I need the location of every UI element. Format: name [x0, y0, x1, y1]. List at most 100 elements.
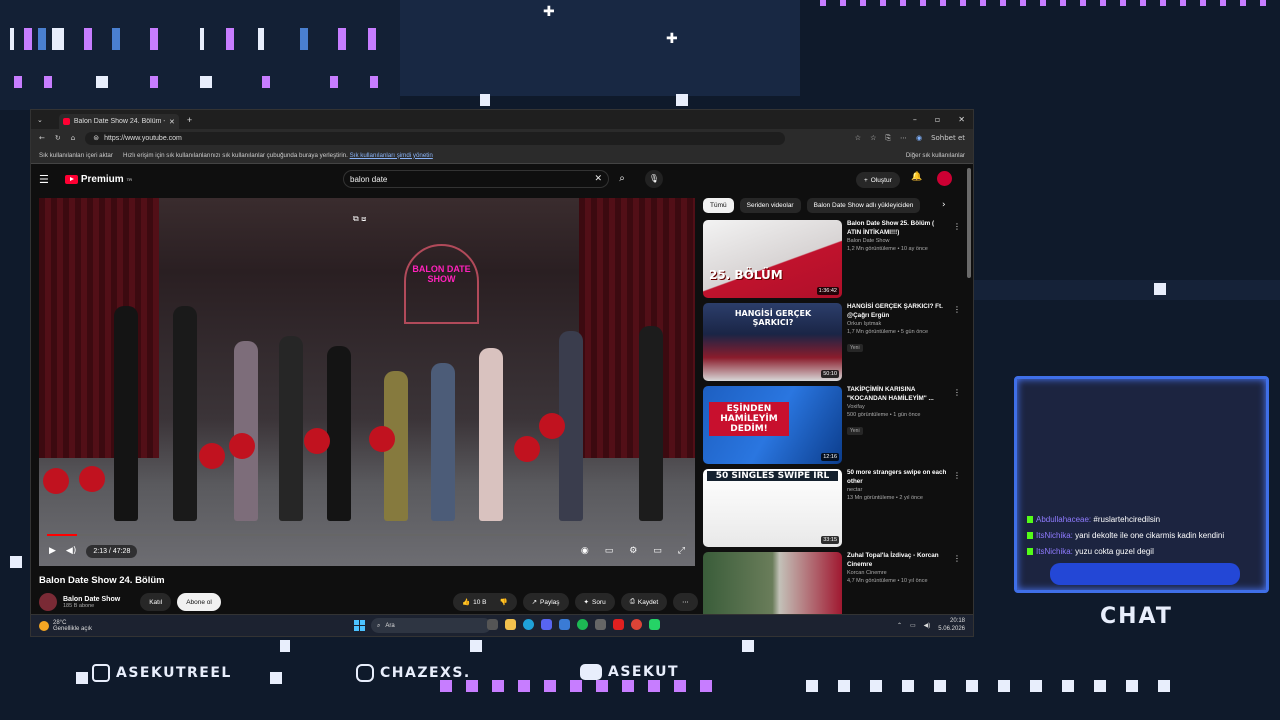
url-field[interactable]: ⊜ https://www.youtube.com — [85, 131, 786, 145]
create-button[interactable]: + Oluştur — [856, 172, 900, 188]
settings-gear-icon[interactable]: ⚙ — [629, 546, 637, 556]
chip-uploader[interactable]: Balon Date Show adlı yükleyiciden — [806, 198, 921, 213]
thumbnail[interactable]: EŞİNDEN HAMİLEYİM DEDİM! 12:16 — [703, 386, 842, 464]
favorites-icon[interactable]: ☆ — [870, 134, 876, 143]
tab-youtube[interactable]: Balon Date Show 24. Bölüm - You ✕ — [58, 114, 179, 129]
more-options-icon[interactable]: ⋮ — [953, 305, 961, 314]
speaker-icon[interactable]: ◀) — [924, 622, 931, 629]
maximize-icon[interactable]: ▫ — [935, 115, 940, 124]
avatar[interactable] — [937, 171, 952, 186]
menu-icon[interactable]: ☰ — [39, 173, 49, 186]
volume-icon[interactable]: ◀) — [66, 546, 76, 556]
reload-icon[interactable]: ↻ — [55, 134, 61, 142]
subtitles-icon[interactable]: ▭ — [605, 546, 614, 556]
play-icon[interactable]: ▶ — [49, 546, 56, 556]
rec-channel[interactable]: Balon Date Show — [847, 237, 947, 245]
discord-icon[interactable] — [541, 619, 552, 630]
ask-button[interactable]: ✦ Soru — [574, 593, 615, 611]
back-icon[interactable]: ← — [39, 134, 45, 142]
youtube-logo[interactable]: Premium TR — [64, 174, 132, 185]
minimize-icon[interactable]: – — [913, 115, 917, 124]
chrome-icon[interactable] — [631, 619, 642, 630]
network-icon[interactable]: ▭ — [910, 622, 916, 629]
rec-title[interactable]: Zuhal Topal'la İzdivaç - Korcan Cinemre — [847, 552, 947, 569]
join-button[interactable]: Katıl — [140, 593, 172, 611]
dislike-icon[interactable]: 👎 — [499, 598, 507, 606]
save-button[interactable]: ⎙ Kaydet — [620, 593, 668, 611]
task-view-icon[interactable] — [487, 619, 498, 630]
rec-title[interactable]: HANGİSİ GERÇEK ŞARKICI? Ft. @Çağrı Ergün — [847, 303, 947, 320]
store-icon[interactable] — [559, 619, 570, 630]
rec-title[interactable]: Balon Date Show 25. Bölüm ( ATIN İNTİKAM… — [847, 220, 947, 237]
weather-widget[interactable]: 28°C Genellikle açık — [39, 620, 92, 632]
thumbnail[interactable]: HANGİSİ GERÇEK ŞARKICI? 50:10 — [703, 303, 842, 381]
taskbar-search[interactable]: ⌕ Ara — [371, 618, 491, 633]
theater-mode-icon[interactable]: ▭ — [653, 546, 662, 556]
recommendation[interactable]: HANGİSİ GERÇEK ŞARKICI? 50:10 HANGİSİ GE… — [703, 303, 961, 381]
windows-start-icon[interactable] — [354, 620, 365, 631]
chip-all[interactable]: Tümü — [703, 198, 734, 213]
video-player[interactable]: BALON DATE SHOW ⧉ ⧈ ▶ ◀) 2:13 / 47:28 ◉ … — [39, 198, 695, 566]
channel-avatar[interactable] — [39, 593, 57, 611]
more-options-icon[interactable]: ⋮ — [953, 388, 961, 397]
subscribe-button[interactable]: Abone ol — [177, 593, 221, 611]
mic-icon[interactable]: 🎙 — [645, 170, 663, 188]
url-text: https://www.youtube.com — [104, 134, 182, 142]
other-favorites-folder[interactable]: Diğer sık kullanılanlar — [906, 152, 965, 159]
fullscreen-icon[interactable]: ⤢ — [678, 546, 685, 556]
chat-user: ItsNichika: — [1036, 547, 1073, 556]
manage-favorites-link[interactable]: Sık kullanılanları şimdi yönetin — [350, 152, 433, 159]
background-band — [0, 0, 400, 110]
thumbnail[interactable]: 50 SINGLES SWIPE IRL 33:15 — [703, 469, 842, 547]
new-tab-button[interactable]: + — [187, 115, 192, 125]
settings-more-icon[interactable]: ⋯ — [900, 134, 907, 143]
rec-info: TAKİPÇİMİN KARISINA "KOCANDAN HAMİLEYİM"… — [847, 386, 947, 437]
tray-chevron-icon[interactable]: ⌃ — [897, 622, 902, 629]
clear-search-icon[interactable]: ✕ — [594, 174, 602, 184]
chips-next-icon[interactable]: › — [942, 200, 946, 210]
rec-channel[interactable]: nectar — [847, 486, 947, 494]
more-options-icon[interactable]: ⋮ — [953, 554, 961, 563]
search-input[interactable]: balon date ✕ — [343, 170, 609, 188]
rec-channel[interactable]: Voxifay — [847, 403, 947, 411]
close-tab-icon[interactable]: ✕ — [169, 118, 175, 126]
home-icon[interactable]: ⌂ — [71, 134, 75, 142]
extension-icon[interactable]: ☆ — [855, 134, 861, 143]
favorites-hint-text: Hızlı erişim için sık kullanılanlarınızı… — [122, 151, 348, 159]
chip-series[interactable]: Seriden videolar — [739, 198, 801, 213]
collections-icon[interactable]: ⎘ — [885, 134, 891, 143]
rec-title[interactable]: TAKİPÇİMİN KARISINA "KOCANDAN HAMİLEYİM"… — [847, 386, 947, 403]
import-favorites-link[interactable]: Sık kullanılanları içeri aktar — [39, 152, 113, 159]
notifications-bell-icon[interactable]: 🔔 — [911, 172, 922, 182]
spotify-icon[interactable] — [577, 619, 588, 630]
edge-icon[interactable] — [523, 619, 534, 630]
thumbnail[interactable]: 25. BÖLÜM 1:36:42 — [703, 220, 842, 298]
rec-channel[interactable]: Orkun Işıtmak — [847, 320, 947, 328]
more-actions-icon[interactable]: ⋯ — [673, 593, 698, 611]
tab-list-chevron-icon[interactable]: ⌄ — [37, 116, 43, 124]
scrollbar[interactable] — [967, 168, 971, 278]
rec-title[interactable]: 50 more strangers swipe on each other — [847, 469, 947, 486]
whatsapp-icon[interactable] — [649, 619, 660, 630]
close-window-icon[interactable]: ✕ — [958, 115, 965, 124]
like-button[interactable]: 👍 10 B 👎 — [453, 593, 517, 611]
youtube-app-icon[interactable] — [613, 619, 624, 630]
search-icon[interactable]: ⌕ — [611, 170, 633, 188]
chat-title: CHAT — [1100, 604, 1173, 629]
chat-button[interactable]: Sohbet et — [931, 134, 965, 143]
more-options-icon[interactable]: ⋮ — [953, 471, 961, 480]
recommendation[interactable]: 25. BÖLÜM 1:36:42 Balon Date Show 25. Bö… — [703, 220, 961, 298]
file-explorer-icon[interactable] — [505, 619, 516, 630]
recommendation[interactable]: EŞİNDEN HAMİLEYİM DEDİM! 12:16 TAKİPÇİMİ… — [703, 386, 961, 464]
channel-name[interactable]: Balon Date Show — [63, 596, 120, 603]
rec-channel[interactable]: Korcan Cinemre — [847, 569, 947, 577]
site-info-icon[interactable]: ⊜ — [93, 134, 99, 142]
autoplay-toggle-icon[interactable]: ◉ — [581, 546, 589, 556]
app-icon[interactable] — [595, 619, 606, 630]
clock[interactable]: 20:18 5.06.2026 — [938, 617, 965, 633]
recommendation[interactable]: 50 SINGLES SWIPE IRL 33:15 50 more stran… — [703, 469, 961, 547]
copilot-icon[interactable]: ◉ — [916, 134, 922, 143]
fullscreen-overlay-icon[interactable]: ⧉ ⧈ — [353, 214, 366, 224]
share-button[interactable]: ↗ Paylaş — [522, 593, 569, 611]
more-options-icon[interactable]: ⋮ — [953, 222, 961, 231]
